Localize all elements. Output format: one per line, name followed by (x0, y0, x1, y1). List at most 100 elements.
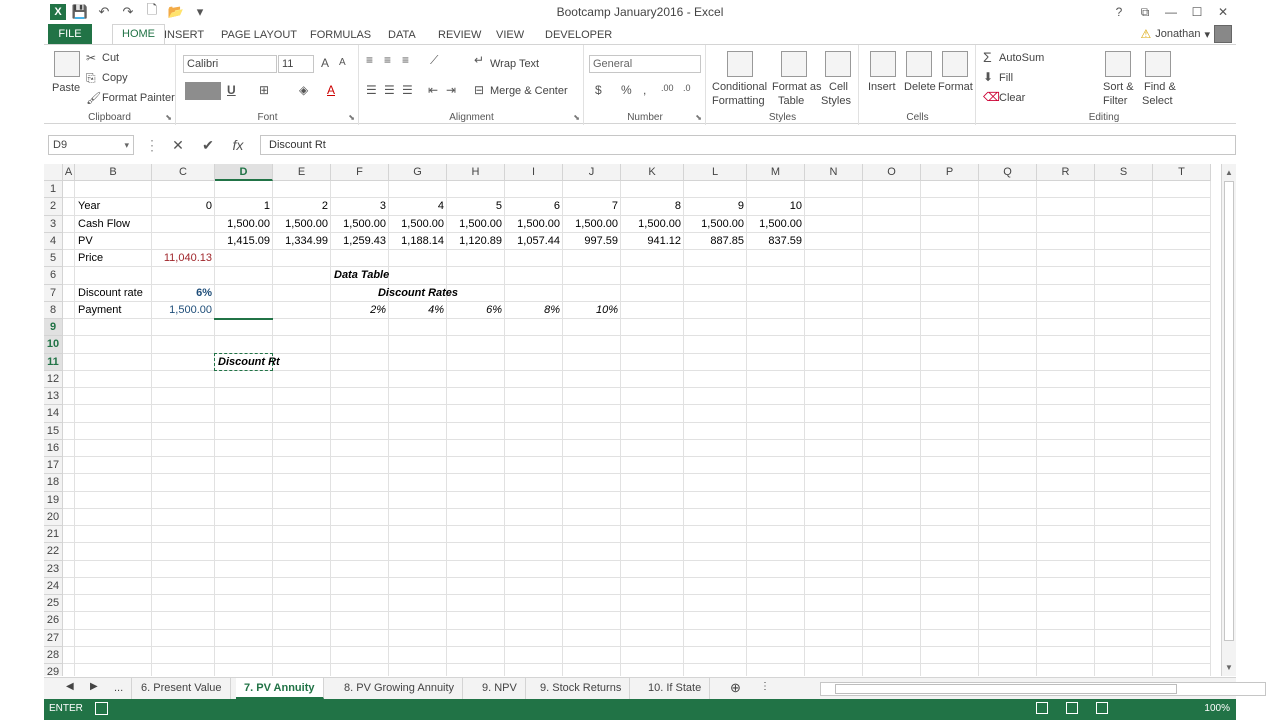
bold-italic-buttons[interactable] (185, 82, 221, 100)
cell-b4[interactable]: PV (75, 233, 152, 250)
cell-i2[interactable]: 6 (505, 198, 563, 215)
find-select-icon[interactable] (1145, 51, 1171, 77)
sort-filter-icon[interactable] (1105, 51, 1131, 77)
number-format-select[interactable]: General (589, 55, 701, 73)
row-header-11[interactable]: 11 (44, 353, 63, 371)
row-header-8[interactable]: 8 (44, 301, 63, 319)
dialog-launcher-icon[interactable]: ⬊ (695, 113, 702, 122)
decrease-font-icon[interactable]: A (339, 57, 346, 68)
cell-k4[interactable]: 941.12 (621, 233, 684, 250)
cell-b5[interactable]: Price (75, 250, 152, 267)
sheet-tab-if-state[interactable]: 10. If State (640, 678, 711, 699)
page-break-view-icon[interactable] (1096, 702, 1108, 714)
row-header-7[interactable]: 7 (44, 284, 63, 302)
cell-e3[interactable]: 1,500.00 (273, 216, 331, 233)
cell-c8[interactable]: 1,500.00 (152, 302, 215, 319)
user-account[interactable]: ⚠ Jonathan ▾ (1140, 25, 1232, 43)
format-cells-button[interactable]: Format (938, 81, 973, 93)
column-header-s[interactable]: S (1095, 164, 1153, 181)
tab-data[interactable]: DATA (388, 26, 416, 44)
cell-g4[interactable]: 1,188.14 (389, 233, 447, 250)
column-header-m[interactable]: M (747, 164, 805, 181)
align-top-icon[interactable]: ≡ (366, 53, 373, 67)
cell-h8[interactable]: 6% (447, 302, 505, 319)
more-sheets-icon[interactable]: ⋮ (760, 681, 770, 692)
cell-h3[interactable]: 1,500.00 (447, 216, 505, 233)
align-middle-icon[interactable]: ≡ (384, 53, 391, 67)
cell-k2[interactable]: 8 (621, 198, 684, 215)
next-sheet-icon[interactable]: ▶ (90, 681, 98, 692)
column-header-g[interactable]: G (389, 164, 447, 181)
scroll-up-icon[interactable]: ▲ (1225, 168, 1233, 177)
vertical-scrollbar[interactable]: ▲ ▼ (1221, 164, 1236, 676)
cell-m3[interactable]: 1,500.00 (747, 216, 805, 233)
autosum-button[interactable]: AutoSum (999, 52, 1044, 64)
conditional-formatting-icon[interactable] (727, 51, 753, 77)
sort-filter-button[interactable]: Sort & (1103, 81, 1134, 93)
worksheet-grid[interactable]: A B C D E F G H I J K L M N O P Q R S T 1 2 3 4 5 6 7 8 9 10 11 12 13 14 1… (44, 164, 1220, 676)
tab-view[interactable]: VIEW (496, 26, 524, 44)
format-painter-button[interactable]: Format Painter (102, 92, 175, 104)
find-select-button[interactable]: Find & (1144, 81, 1176, 93)
column-header-t[interactable]: T (1153, 164, 1211, 181)
cell-f2[interactable]: 3 (331, 198, 389, 215)
column-header-i[interactable]: I (505, 164, 563, 181)
tab-home[interactable]: HOME (112, 24, 165, 44)
column-header-j[interactable]: J (563, 164, 621, 181)
insert-cells-icon[interactable] (870, 51, 896, 77)
cell-h2[interactable]: 5 (447, 198, 505, 215)
add-sheet-icon[interactable]: ⊕ (730, 680, 741, 696)
clear-button[interactable]: Clear (999, 92, 1025, 104)
cell-g8[interactable]: 4% (389, 302, 447, 319)
cell-c5[interactable]: 11,040.13 (152, 250, 215, 267)
tab-review[interactable]: REVIEW (438, 26, 481, 44)
row-header-18[interactable]: 18 (44, 474, 63, 492)
column-header-a[interactable]: A (63, 164, 75, 181)
cell-f4[interactable]: 1,259.43 (331, 233, 389, 250)
column-header-d[interactable]: D (215, 164, 273, 181)
paste-button[interactable]: Paste (52, 82, 80, 94)
row-header-21[interactable]: 21 (44, 526, 63, 544)
percent-button[interactable]: % (621, 83, 632, 97)
row-header-3[interactable]: 3 (44, 215, 63, 233)
copy-button[interactable]: Copy (102, 72, 128, 84)
cell-i3[interactable]: 1,500.00 (505, 216, 563, 233)
cell-h4[interactable]: 1,120.89 (447, 233, 505, 250)
zoom-level[interactable]: 100% (1204, 703, 1230, 714)
row-header-9[interactable]: 9 (44, 319, 63, 337)
scroll-down-icon[interactable]: ▼ (1225, 663, 1233, 672)
tab-insert[interactable]: INSERT (164, 26, 204, 44)
cell-g3[interactable]: 1,500.00 (389, 216, 447, 233)
dialog-launcher-icon[interactable]: ⬊ (165, 113, 172, 122)
help-button[interactable]: ? (1106, 0, 1132, 24)
decrease-decimal-icon[interactable]: .0 (683, 83, 691, 93)
cell-b8[interactable]: Payment (75, 302, 152, 319)
increase-indent-icon[interactable]: ⇥ (446, 83, 456, 97)
vertical-scroll-thumb[interactable] (1224, 181, 1234, 641)
cell-b3[interactable]: Cash Flow (75, 216, 152, 233)
normal-view-icon[interactable] (1036, 702, 1048, 714)
column-header-e[interactable]: E (273, 164, 331, 181)
row-header-19[interactable]: 19 (44, 491, 63, 509)
decrease-indent-icon[interactable]: ⇤ (428, 83, 438, 97)
close-button[interactable]: ✕ (1210, 0, 1236, 24)
minimize-button[interactable]: — (1158, 0, 1184, 24)
cell-j4[interactable]: 997.59 (563, 233, 621, 250)
column-header-l[interactable]: L (684, 164, 747, 181)
row-header-20[interactable]: 20 (44, 508, 63, 526)
row-header-16[interactable]: 16 (44, 439, 63, 457)
row-header-22[interactable]: 22 (44, 543, 63, 561)
merge-center-button[interactable]: Merge & Center (490, 85, 568, 97)
row-header-10[interactable]: 10 (44, 336, 63, 354)
cell-i4[interactable]: 1,057.44 (505, 233, 563, 250)
cell-c2[interactable]: 0 (152, 198, 215, 215)
sheet-tab-present-value[interactable]: 6. Present Value (133, 678, 231, 699)
format-cells-icon[interactable] (942, 51, 968, 77)
macro-record-icon[interactable] (95, 702, 108, 715)
cell-f3[interactable]: 1,500.00 (331, 216, 389, 233)
column-header-o[interactable]: O (863, 164, 921, 181)
row-header-24[interactable]: 24 (44, 577, 63, 595)
font-name-select[interactable]: Calibri (183, 55, 277, 73)
format-as-table-icon[interactable] (781, 51, 807, 77)
row-header-23[interactable]: 23 (44, 560, 63, 578)
